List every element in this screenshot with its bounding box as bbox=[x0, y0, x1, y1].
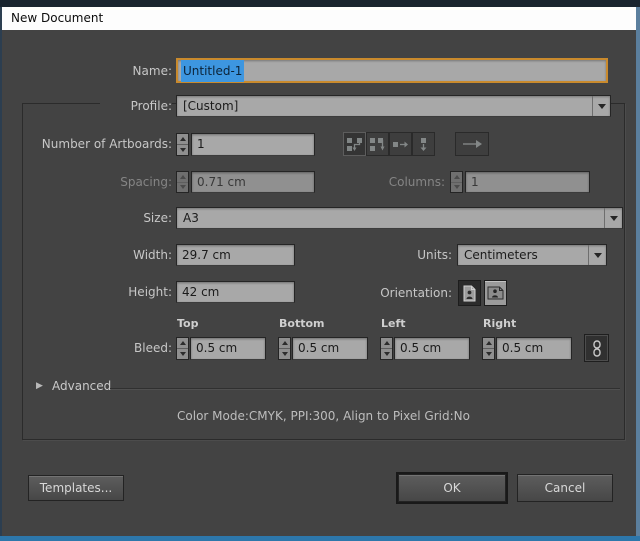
stepper-up-icon[interactable] bbox=[279, 338, 290, 349]
grid-by-row-icon bbox=[346, 137, 363, 152]
grid-by-column-icon bbox=[369, 137, 386, 152]
right-arrow-icon bbox=[461, 138, 483, 150]
units-select[interactable]: Centimeters bbox=[457, 244, 607, 266]
cancel-button[interactable]: Cancel bbox=[517, 474, 613, 502]
arrange-by-row-button[interactable] bbox=[389, 132, 412, 156]
dialog-title: New Document bbox=[11, 11, 103, 25]
stepper-down-icon[interactable] bbox=[381, 349, 392, 359]
name-label: Name: bbox=[60, 59, 172, 83]
document-summary: Color Mode:CMYK, PPI:300, Align to Pixel… bbox=[22, 409, 625, 423]
columns-stepper bbox=[450, 171, 463, 193]
templates-button[interactable]: Templates... bbox=[28, 475, 124, 501]
profile-select[interactable]: [Custom] bbox=[176, 95, 611, 117]
profile-value: [Custom] bbox=[177, 99, 592, 113]
artboards-input[interactable]: 1 bbox=[191, 133, 315, 156]
bleed-top-label: Top bbox=[177, 317, 198, 330]
bleed-bottom-stepper[interactable] bbox=[278, 337, 291, 360]
bleed-right-label: Right bbox=[483, 317, 516, 330]
units-value: Centimeters bbox=[458, 248, 588, 262]
bleed-top-stepper[interactable] bbox=[176, 337, 189, 360]
bleed-label: Bleed: bbox=[112, 337, 172, 360]
landscape-page-icon bbox=[487, 286, 504, 300]
artboards-stepper[interactable] bbox=[176, 133, 189, 156]
advanced-disclosure-icon[interactable]: ▶ bbox=[36, 381, 43, 391]
bleed-right-stepper[interactable] bbox=[482, 337, 495, 360]
stepper-up-icon bbox=[177, 172, 188, 183]
size-value: A3 bbox=[177, 211, 604, 225]
spacing-stepper bbox=[176, 171, 189, 193]
stepper-down-icon[interactable] bbox=[177, 145, 188, 155]
units-label: Units: bbox=[402, 244, 452, 266]
dialog-titlebar: New Document bbox=[2, 7, 636, 30]
stepper-up-icon[interactable] bbox=[177, 338, 188, 349]
stepper-up-icon[interactable] bbox=[483, 338, 494, 349]
profile-label: Profile: bbox=[100, 95, 172, 117]
stepper-up-icon[interactable] bbox=[177, 134, 188, 145]
name-input[interactable]: Untitled-1 bbox=[176, 58, 608, 83]
bleed-bottom-input[interactable]: 0.5 cm bbox=[292, 337, 368, 360]
grid-by-column-button[interactable] bbox=[366, 132, 389, 156]
width-label: Width: bbox=[112, 244, 172, 266]
name-value-selected: Untitled-1 bbox=[181, 60, 244, 82]
artboards-label: Number of Artboards: bbox=[22, 133, 172, 156]
chain-link-icon bbox=[592, 340, 602, 357]
bleed-top-input[interactable]: 0.5 cm bbox=[190, 337, 266, 360]
height-input[interactable]: 42 cm bbox=[176, 281, 295, 303]
bleed-left-label: Left bbox=[381, 317, 406, 330]
bleed-bottom-label: Bottom bbox=[279, 317, 324, 330]
window-border-top bbox=[0, 0, 640, 7]
stepper-down-icon[interactable] bbox=[177, 349, 188, 359]
stepper-down-icon bbox=[177, 183, 188, 193]
chevron-down-icon bbox=[604, 208, 622, 228]
orientation-landscape-button[interactable] bbox=[484, 280, 507, 306]
orientation-portrait-button[interactable] bbox=[458, 280, 481, 306]
height-label: Height: bbox=[102, 281, 172, 303]
size-label: Size: bbox=[112, 207, 172, 229]
columns-label: Columns: bbox=[385, 171, 445, 193]
orientation-label: Orientation: bbox=[372, 281, 452, 305]
size-select[interactable]: A3 bbox=[176, 207, 623, 229]
bleed-left-input[interactable]: 0.5 cm bbox=[394, 337, 470, 360]
window-border-bottom bbox=[0, 536, 640, 541]
ok-button[interactable]: OK bbox=[398, 474, 506, 502]
chevron-down-icon bbox=[592, 96, 610, 116]
bleed-link-button[interactable] bbox=[584, 334, 609, 362]
advanced-divider bbox=[110, 388, 620, 389]
arrange-by-column-icon bbox=[417, 137, 430, 152]
window-border-right bbox=[636, 7, 640, 541]
stepper-up-icon bbox=[451, 172, 462, 183]
bleed-right-input[interactable]: 0.5 cm bbox=[496, 337, 572, 360]
stepper-down-icon[interactable] bbox=[483, 349, 494, 359]
arrange-by-row-icon bbox=[392, 138, 409, 151]
advanced-toggle[interactable]: Advanced bbox=[52, 379, 111, 393]
stepper-up-icon[interactable] bbox=[381, 338, 392, 349]
grid-by-row-button[interactable] bbox=[343, 132, 366, 156]
width-input[interactable]: 29.7 cm bbox=[176, 244, 295, 266]
new-document-dialog: New Document Name: Untitled-1 Profile: [… bbox=[0, 0, 640, 541]
portrait-page-icon bbox=[463, 285, 476, 302]
spacing-input: 0.71 cm bbox=[191, 171, 315, 193]
stepper-down-icon bbox=[451, 183, 462, 193]
stepper-down-icon[interactable] bbox=[279, 349, 290, 359]
layout-direction-button[interactable] bbox=[455, 132, 489, 156]
chevron-down-icon bbox=[588, 245, 606, 265]
bleed-left-stepper[interactable] bbox=[380, 337, 393, 360]
spacing-label: Spacing: bbox=[72, 171, 172, 193]
columns-input: 1 bbox=[465, 171, 590, 193]
arrange-by-column-button[interactable] bbox=[412, 132, 435, 156]
